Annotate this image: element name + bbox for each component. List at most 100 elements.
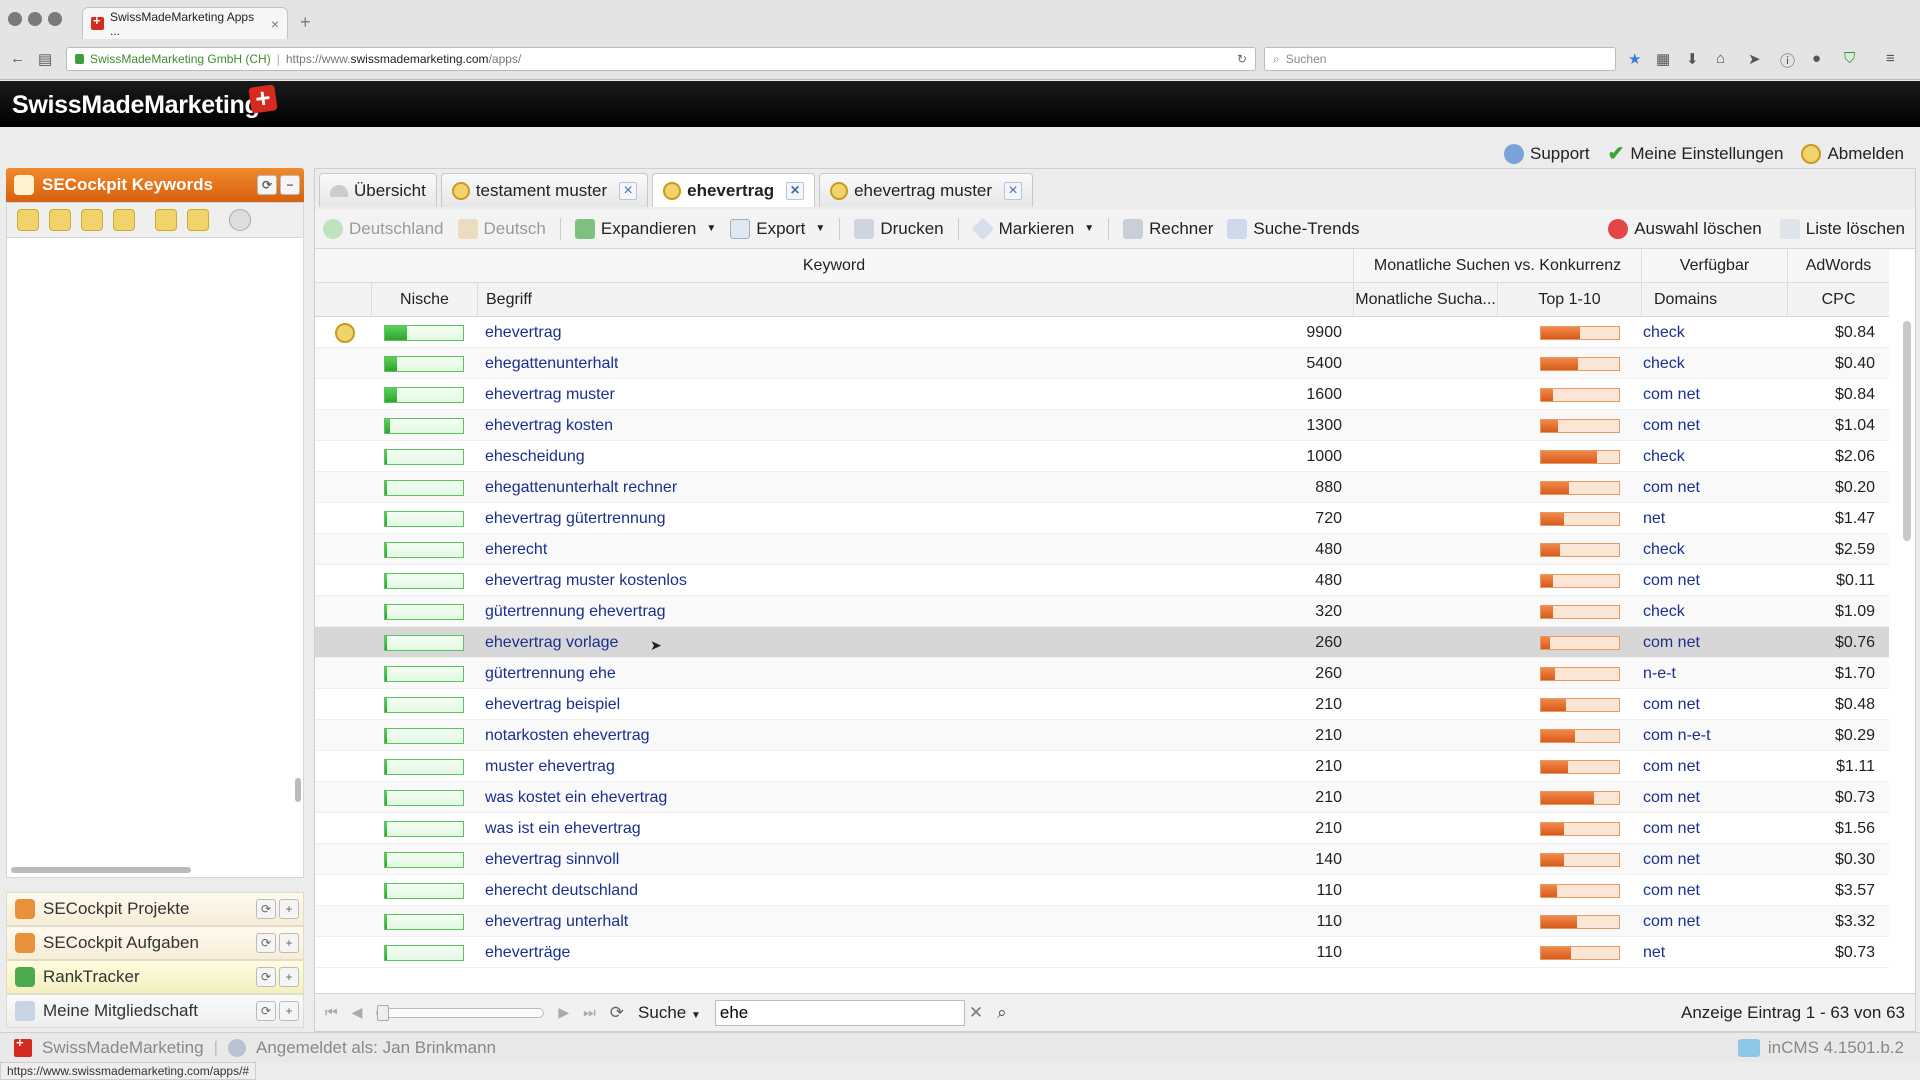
refresh-icon[interactable]: ⟳	[256, 1001, 276, 1021]
domains-link[interactable]: com net	[1643, 379, 1700, 410]
trends-button[interactable]: Suche-Trends	[1227, 218, 1360, 239]
delete-key-icon[interactable]	[113, 209, 135, 231]
edit-key-icon[interactable]	[49, 209, 71, 231]
refresh-icon[interactable]: ⟳	[610, 1003, 624, 1023]
col-term[interactable]: Begriff	[477, 283, 1353, 317]
new-tab-button[interactable]: +	[300, 12, 311, 33]
expand-button[interactable]: Expandieren ▼	[574, 218, 716, 239]
table-row[interactable]: ehegattenunterhalt 5400 check $0.40	[315, 348, 1889, 379]
tab-testament-muster[interactable]: testament muster ×	[440, 173, 649, 207]
domains-link[interactable]: n-e-t	[1643, 658, 1676, 689]
sidebar-tree[interactable]	[6, 238, 304, 878]
reader-icon[interactable]: ▤	[38, 50, 52, 68]
table-row[interactable]: ehevertrag beispiel 210 com net $0.48	[315, 689, 1889, 720]
col-top[interactable]: Top 1-10	[1497, 283, 1641, 317]
domains-link[interactable]: com n-e-t	[1643, 720, 1711, 751]
domains-link[interactable]: com net	[1643, 875, 1700, 906]
close-icon[interactable]: ×	[1004, 181, 1023, 200]
minimize-window-button[interactable]	[28, 12, 42, 26]
gear-icon[interactable]	[229, 209, 251, 231]
settings-link[interactable]: ✔ Meine Einstellungen	[1608, 141, 1784, 166]
horizontal-scrollbar[interactable]	[11, 867, 191, 873]
table-row[interactable]: eherecht deutschland 110 com net $3.57	[315, 875, 1889, 906]
domains-link[interactable]: com net	[1643, 813, 1700, 844]
calculator-button[interactable]: Rechner	[1123, 218, 1213, 239]
sidebar-header[interactable]: SECockpit Keywords ⟳ −	[6, 168, 304, 202]
table-row[interactable]: was ist ein ehevertrag 210 com net $1.56	[315, 813, 1889, 844]
table-row[interactable]: ehegattenunterhalt rechner 880 com net $0.2…	[315, 472, 1889, 503]
refresh-icon[interactable]: ⟳	[257, 175, 277, 195]
collapse-icon[interactable]: −	[280, 175, 300, 195]
bookmarks-list-icon[interactable]: ▦	[1656, 50, 1670, 68]
refresh-icon[interactable]: ⟳	[256, 967, 276, 987]
table-row[interactable]: ehevertrag kosten 1300 com net $1.04	[315, 410, 1889, 441]
expand-icon[interactable]: +	[279, 899, 299, 919]
country-button[interactable]: Deutschland	[323, 218, 444, 239]
first-page-icon[interactable]: ⏮	[325, 1004, 338, 1021]
table-row[interactable]: gütertrennung ehevertrag 320 check $1.09	[315, 596, 1889, 627]
table-row[interactable]: gütertrennung ehe 260 n-e-t $1.70	[315, 658, 1889, 689]
menu-icon[interactable]: ≡	[1886, 50, 1895, 67]
zoom-window-button[interactable]	[48, 12, 62, 26]
domains-link[interactable]: com net	[1643, 906, 1700, 937]
clear-selection-button[interactable]: Auswahl löschen	[1608, 218, 1762, 239]
domains-link[interactable]: com net	[1643, 689, 1700, 720]
prev-page-icon[interactable]: ◀	[352, 1004, 363, 1021]
add-folder-icon[interactable]	[155, 209, 177, 231]
domains-link[interactable]: check	[1643, 596, 1685, 627]
home-icon[interactable]: ⌂	[1716, 50, 1725, 67]
expand-icon[interactable]: +	[279, 933, 299, 953]
domains-link[interactable]: net	[1643, 937, 1665, 968]
print-button[interactable]: Drucken	[854, 218, 944, 239]
domains-link[interactable]: com net	[1643, 751, 1700, 782]
open-folder-icon[interactable]	[187, 209, 209, 231]
table-row[interactable]: ehevertrag 9900 check $0.84	[315, 317, 1889, 348]
domains-link[interactable]: com net	[1643, 627, 1700, 658]
table-row[interactable]: ehevertrag muster 1600 com net $0.84	[315, 379, 1889, 410]
table-row[interactable]: ehevertrag sinnvoll 140 com net $0.30	[315, 844, 1889, 875]
domains-link[interactable]: com net	[1643, 472, 1700, 503]
sidebar-item-projekte[interactable]: SECockpit Projekte ⟳ +	[6, 892, 304, 926]
browser-tab[interactable]: SwissMadeMarketing Apps ... ×	[82, 7, 288, 39]
close-icon[interactable]: ×	[271, 16, 279, 32]
vertical-scrollbar[interactable]	[295, 778, 301, 802]
shield-icon[interactable]: ⛉	[1844, 50, 1855, 67]
table-row[interactable]: eherecht 480 check $2.59	[315, 534, 1889, 565]
add-key-icon[interactable]	[17, 209, 39, 231]
col-monthly[interactable]: Monatliche Sucha...	[1353, 283, 1497, 317]
domains-link[interactable]: com net	[1643, 410, 1700, 441]
back-arrow-icon[interactable]: ←	[10, 50, 25, 67]
domains-link[interactable]: check	[1643, 348, 1685, 379]
table-row[interactable]: ehescheidung 1000 check $2.06	[315, 441, 1889, 472]
export-button[interactable]: Export ▼	[730, 218, 825, 239]
domains-link[interactable]: net	[1643, 503, 1665, 534]
table-row[interactable]: notarkosten ehevertrag 210 com n-e-t $0.29	[315, 720, 1889, 751]
domains-link[interactable]: com net	[1643, 844, 1700, 875]
send-icon[interactable]: ➤	[1748, 50, 1761, 68]
search-icon[interactable]: ⌕	[997, 1003, 1007, 1023]
language-button[interactable]: Deutsch	[457, 218, 546, 239]
url-bar[interactable]: SwissMadeMarketing GmbH (CH) | https://w…	[66, 47, 1256, 71]
mark-button[interactable]: Markieren ▼	[971, 217, 1094, 240]
expand-icon[interactable]: +	[279, 1001, 299, 1021]
chat-icon[interactable]: ●	[1812, 50, 1821, 67]
table-row[interactable]: ehevertrag unterhalt 110 com net $3.32	[315, 906, 1889, 937]
clear-search-icon[interactable]: ✕	[969, 1003, 983, 1023]
expand-icon[interactable]: +	[279, 967, 299, 987]
domains-link[interactable]: com net	[1643, 565, 1700, 596]
filter-search-input[interactable]	[714, 999, 965, 1026]
clear-list-button[interactable]: Liste löschen	[1779, 218, 1905, 239]
col-cpc[interactable]: CPC	[1787, 283, 1889, 317]
domains-link[interactable]: check	[1643, 534, 1685, 565]
table-row[interactable]: ehevertrag gütertrennung 720 net $1.47	[315, 503, 1889, 534]
page-slider[interactable]	[376, 1004, 545, 1021]
table-row[interactable]: muster ehevertrag 210 com net $1.11	[315, 751, 1889, 782]
col-niche[interactable]: Nische	[371, 283, 477, 317]
domains-link[interactable]: check	[1643, 441, 1685, 472]
grid-vertical-scrollbar[interactable]	[1903, 321, 1911, 541]
domains-link[interactable]: check	[1643, 317, 1685, 348]
next-page-icon[interactable]: ▶	[558, 1004, 569, 1021]
sidebar-item-ranktracker[interactable]: RankTracker ⟳ +	[6, 960, 304, 994]
col-domains[interactable]: Domains	[1641, 283, 1787, 317]
search-mode-dropdown[interactable]: Suche ▼	[638, 1003, 701, 1023]
